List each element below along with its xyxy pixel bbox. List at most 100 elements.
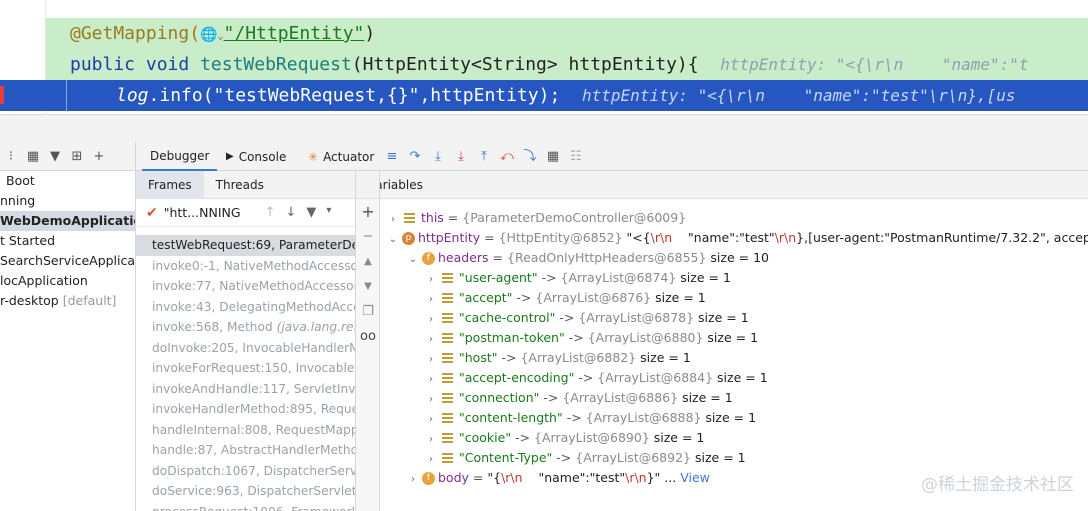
move-down-icon[interactable]: ▼ [356,274,380,299]
drop-frame-icon[interactable]: ⤺ [500,149,514,164]
frame-item[interactable]: processRequest:1006, FrameworkS [136,502,355,511]
chevron-right-icon[interactable]: › [424,350,438,370]
service-label: r-desktop [0,293,59,308]
chevron-down-icon[interactable]: ⌄ [406,250,420,270]
tab-actuator[interactable]: ✳ Actuator [308,142,374,171]
header-entry[interactable]: › "postman-token" -> {ArrayList@6880} siz… [380,328,1088,348]
copy-icon[interactable]: ❐ [356,299,380,324]
chevron-right-icon[interactable]: › [424,270,438,290]
filter-icon[interactable]: ▼ [306,205,316,220]
check-icon: ✔ [146,204,158,221]
service-item[interactable]: r-desktop [default] [0,291,135,311]
frame-item[interactable]: invokeAndHandle:117, ServletInvoc [136,379,355,400]
tab-debugger[interactable]: Debugger [142,142,218,171]
chevron-down-icon[interactable]: ▾ [326,205,331,220]
frame-item[interactable]: testWebRequest:69, ParameterDem [136,235,355,256]
evaluate-icon[interactable]: ▦ [546,149,560,164]
frame-item[interactable]: handleInternal:808, RequestMappin [136,420,355,441]
remove-watch-icon[interactable]: − [356,224,380,249]
service-item[interactable]: t Started [0,231,135,251]
frame-item[interactable]: doService:963, DispatcherServlet (c [136,481,355,502]
service-item[interactable]: nning [0,191,135,211]
chevron-right-icon[interactable]: › [424,290,438,310]
menu-icon[interactable]: ≡ [385,149,399,164]
view-link[interactable]: View [680,470,710,485]
header-entry[interactable]: › "cache-control" -> {ArrayList@6878} siz… [380,308,1088,328]
options-icon[interactable]: ⁝ [4,149,18,164]
thread-selector[interactable]: ✔ "htt...NNING ↑ ↓ ▼ ▾ [136,199,355,227]
header-entry[interactable]: › "accept-encoding" -> {ArrayList@6884} s… [380,368,1088,388]
debug-actions: ≡ ↷ ⤓ ⤓ ⤒ ⤺ ⤵ ▦ ☷ [385,142,583,171]
tab-frames[interactable]: Frames [136,171,204,199]
run-to-cursor-icon[interactable]: ⤵ [523,149,537,164]
frame-item[interactable]: doDispatch:1067, DispatcherServlet [136,461,355,482]
header-entry[interactable]: › "user-agent" -> {ArrayList@6874} size =… [380,268,1088,288]
service-label: SearchServiceApplication [0,253,136,268]
var-escape: \r\n [650,230,673,245]
entry-icon [442,312,453,325]
chevron-right-icon[interactable]: › [424,450,438,470]
frame-item[interactable]: invokeForRequest:150, InvocableHa [136,358,355,379]
header-entry[interactable]: › "connection" -> {ArrayList@6886} size =… [380,388,1088,408]
globe-icon[interactable]: 🌐 [200,27,217,43]
arrow-down-icon[interactable]: ↓ [285,205,296,220]
service-item-selected[interactable]: WebDemoApplication [0,211,135,231]
add-watch-icon[interactable]: + [356,199,380,224]
glasses-icon[interactable]: oo [356,324,380,349]
header-entry[interactable]: › "content-length" -> {ArrayList@6888} si… [380,408,1088,428]
var-headers[interactable]: ⌄ f headers = {ReadOnlyHttpHeaders@6855} s… [380,248,1088,268]
var-this[interactable]: › this = {ParameterDemoController@6009} [380,208,1088,228]
header-entry[interactable]: › "cookie" -> {ArrayList@6890} size = 1 [380,428,1088,448]
header-entry[interactable]: › "Content-Type" -> {ArrayList@6892} size… [380,448,1088,468]
chevron-down-icon[interactable]: ⌄ [386,230,400,250]
add-icon[interactable]: + [92,149,106,164]
mapping-path[interactable]: "/HttpEntity" [224,23,365,44]
chevron-right-icon[interactable]: › [424,310,438,330]
chevron-right-icon[interactable]: › [424,390,438,410]
service-item[interactable]: locApplication [0,271,135,291]
force-step-into-icon[interactable]: ⤓ [454,149,468,164]
step-into-icon[interactable]: ⤓ [431,149,445,164]
step-over-icon[interactable]: ↷ [408,149,422,164]
service-item[interactable]: Boot [0,171,135,191]
frame-item[interactable]: invoke:568, Method (java.lang.refle [136,317,355,338]
chevron-right-icon[interactable]: › [424,430,438,450]
filter-icon[interactable]: ▼ [48,149,62,164]
chevron-right-icon[interactable]: › [386,210,400,230]
code-line-method[interactable]: public void testWebRequest(HttpEntity<St… [46,49,1088,80]
code-line-current[interactable]: log.info("testWebRequest,{}",httpEntity)… [46,80,1088,111]
frame-item[interactable]: invoke:43, DelegatingMethodAcces [136,297,355,318]
service-suffix: [default] [62,293,117,308]
new-tab-icon[interactable]: ⊞ [70,149,84,164]
breakpoint-marker[interactable] [0,86,4,104]
frame-item[interactable]: handle:87, AbstractHandlerMethod [136,440,355,461]
chevron-right-icon[interactable]: › [406,470,420,490]
move-up-icon[interactable]: ▲ [356,249,380,274]
editor-scroll-area[interactable] [0,114,1088,142]
tab-console[interactable]: ▶ Console [226,142,286,171]
layout-icon[interactable]: ☷ [569,149,583,164]
step-out-icon[interactable]: ⤒ [477,149,491,164]
entry-icon [442,292,453,305]
frame-item[interactable]: doInvoke:205, InvocableHandlerMe [136,338,355,359]
arrow-sign: -> [501,350,517,365]
header-entry[interactable]: › "host" -> {ArrayList@6882} size = 1 [380,348,1088,368]
chevron-right-icon[interactable]: › [424,370,438,390]
frame-item[interactable]: invoke:77, NativeMethodAccessorI [136,276,355,297]
chevron-right-icon[interactable]: › [424,410,438,430]
breakpoint-gutter[interactable] [0,80,46,111]
arrow-sign: -> [516,290,532,305]
tab-threads[interactable]: Threads [204,171,276,199]
header-size: size = 1 [707,330,759,345]
chevron-right-icon[interactable]: › [424,330,438,350]
frame-item[interactable]: invokeHandlerMethod:895, Reques [136,399,355,420]
service-item[interactable]: SearchServiceApplication [0,251,135,271]
var-httpentity[interactable]: ⌄ p httpEntity = {HttpEntity@6852} "<{\r\n… [380,228,1088,248]
header-entry[interactable]: › "accept" -> {ArrayList@6876} size = 1 [380,288,1088,308]
code-line-annotation[interactable]: @GetMapping(🌐⌄"/HttpEntity") [46,18,1088,49]
code-editor[interactable]: @GetMapping(🌐⌄"/HttpEntity") public void… [0,0,1088,118]
arrow-sign: -> [541,270,557,285]
group-icon[interactable]: ▦ [26,149,40,164]
arrow-up-icon[interactable]: ↑ [265,205,276,220]
frame-item[interactable]: invoke0:-1, NativeMethodAccessor [136,256,355,277]
